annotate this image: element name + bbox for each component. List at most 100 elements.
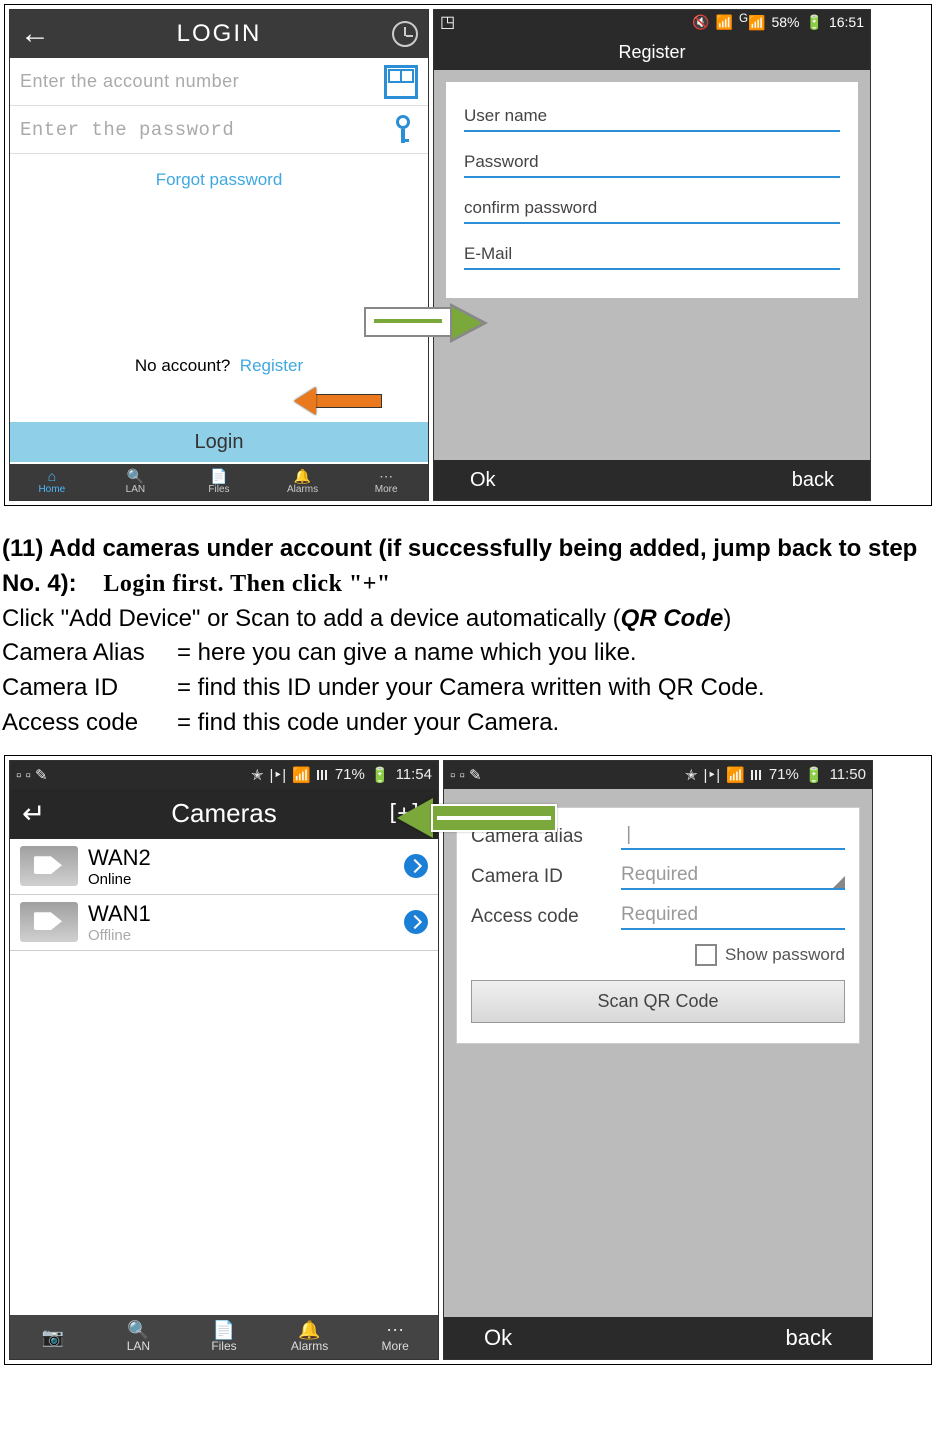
signal-icon [751,770,763,780]
ok-button[interactable]: Ok [470,469,496,492]
camera-row-wan2[interactable]: WAN2 Online [10,839,438,895]
figure-1-border: ← LOGIN Enter the account number Enter t… [4,4,932,506]
email-field[interactable]: E-Mail [464,232,840,270]
username-field[interactable]: User name [464,94,840,132]
back-icon[interactable]: ↵ [22,797,45,830]
show-password-label: Show password [725,945,845,965]
nav-alarms[interactable]: 🔔Alarms [267,1315,353,1359]
statusbar: ▫ ▫ ✎ ✭ |‣| 📶 71% 🔋 11:50 [444,761,872,789]
login-button[interactable]: Login [10,422,428,462]
more-icon: ⋯ [386,1321,404,1339]
code-row: Access code Required [471,904,845,930]
account-input[interactable]: Enter the account number [20,71,384,92]
qr-code-emphasis: QR Code [621,605,724,632]
show-password-checkbox[interactable] [695,944,717,966]
chevron-right-icon[interactable] [404,854,428,878]
register-footer: Ok back [434,460,870,500]
clock: 16:51 [829,14,864,30]
no-account-text: No account? Register [10,356,428,376]
no-account-label: No account? [135,356,230,375]
nav-files[interactable]: 📄Files [181,1315,267,1359]
nav-files[interactable]: 📄Files [177,464,261,500]
back-icon[interactable]: ← [20,17,52,51]
register-screen: ◳ 🔇 📶 G📶 58% 🔋 16:51 Register User name … [433,9,871,501]
account-row[interactable]: Enter the account number [10,58,428,106]
code-label: Access code [471,906,621,928]
battery-percent: 71% [769,766,799,783]
status-left-icons: ▫ ▫ ✎ [16,766,48,784]
alias-input[interactable]: | [621,824,845,850]
def-code: Access code = find this code under your … [2,706,934,741]
arrow-green-left-icon [397,798,562,838]
chevron-right-icon[interactable] [404,910,428,934]
key-icon[interactable] [388,115,418,145]
cameras-screen: ▫ ▫ ✎ ✭ |‣| 📶 71% 🔋 11:54 ↵ Cameras [+] … [9,760,439,1360]
add-camera-screen: ▫ ▫ ✎ ✭ |‣| 📶 71% 🔋 11:50 Camera alias |… [443,760,873,1360]
cameras-title: Cameras [171,798,276,829]
search-icon: 🔍 [127,469,144,483]
def-id-value: = find this ID under your Camera written… [177,671,765,706]
nav-alarms[interactable]: 🔔Alarms [261,464,345,500]
camera-status: Online [88,871,394,888]
mute-icon: 🔇 [692,14,709,31]
home-icon: 📷 [42,1328,64,1346]
qr-icon[interactable] [384,65,418,99]
battery-icon: 🔋 [806,14,823,31]
status-left-icons: ▫ ▫ ✎ [450,766,482,784]
statusbar: ◳ 🔇 📶 G📶 58% 🔋 16:51 [434,10,870,34]
battery-icon: 🔋 [805,766,824,784]
def-id: Camera ID = find this ID under your Came… [2,671,934,706]
clock: 11:54 [396,766,432,783]
def-alias-label: Camera Alias [2,636,177,671]
password-input[interactable]: Enter the password [20,119,388,141]
scan-qr-button[interactable]: Scan QR Code [471,980,845,1023]
add-camera-form: Camera alias | Camera ID Required Access… [456,807,860,1044]
more-icon: ⋯ [379,469,393,483]
battery-percent: 58% [771,14,799,30]
def-code-value: = find this code under your Camera. [177,706,559,741]
nav-more[interactable]: ⋯More [344,464,428,500]
code-input[interactable]: Required [621,904,845,930]
nav-lan[interactable]: 🔍LAN [96,1315,182,1359]
camera-name: WAN2 [88,845,394,871]
battery-percent: 71% [335,766,365,783]
register-card: User name Password confirm password E-Ma… [446,82,858,298]
cameras-header: ↵ Cameras [+] [10,789,438,839]
arrow-orange-left-icon [294,387,382,415]
wifi-icon: 📶 [726,766,745,784]
files-icon: 📄 [213,1321,235,1339]
nav-home[interactable]: ⌂Home [10,464,94,500]
back-button[interactable]: back [786,1325,832,1351]
id-input[interactable]: Required [621,864,845,890]
camera-name: WAN1 [88,901,394,927]
register-header: Register [434,34,870,70]
clock-icon[interactable] [392,21,418,47]
instruction-text: (11) Add cameras under account (if succe… [0,510,936,751]
camera-status: Offline [88,927,394,944]
forgot-password-link[interactable]: Forgot password [10,154,428,206]
password-row[interactable]: Enter the password [10,106,428,154]
password-field[interactable]: Password [464,140,840,178]
camera-thumb-icon [20,846,78,886]
bottom-nav: ⌂Home 🔍LAN 📄Files 🔔Alarms ⋯More [10,464,428,500]
bluetooth-icon: ✭ [251,766,264,784]
camera-row-wan1[interactable]: WAN1 Offline [10,895,438,951]
nav-home[interactable]: 📷 [10,1315,96,1359]
back-button[interactable]: back [792,469,834,492]
confirm-password-field[interactable]: confirm password [464,186,840,224]
camera-info: WAN2 Online [88,845,394,888]
home-icon: ⌂ [48,469,56,483]
nav-more[interactable]: ⋯More [352,1315,438,1359]
nav-lan[interactable]: 🔍LAN [94,464,178,500]
signal-icon [317,770,329,780]
search-icon: 🔍 [127,1321,149,1339]
ok-button[interactable]: Ok [484,1325,512,1351]
network-indicator: G📶 [739,12,766,32]
vibrate-icon: |‣| [270,766,287,784]
step-11-emphasis: Login first. Then click "+" [103,571,390,597]
wifi-icon: 📶 [292,766,311,784]
register-link[interactable]: Register [240,356,303,375]
bell-icon: 🔔 [294,469,311,483]
gallery-icon: ◳ [440,12,455,32]
figure-2: ▫ ▫ ✎ ✭ |‣| 📶 71% 🔋 11:54 ↵ Cameras [+] … [9,760,927,1360]
